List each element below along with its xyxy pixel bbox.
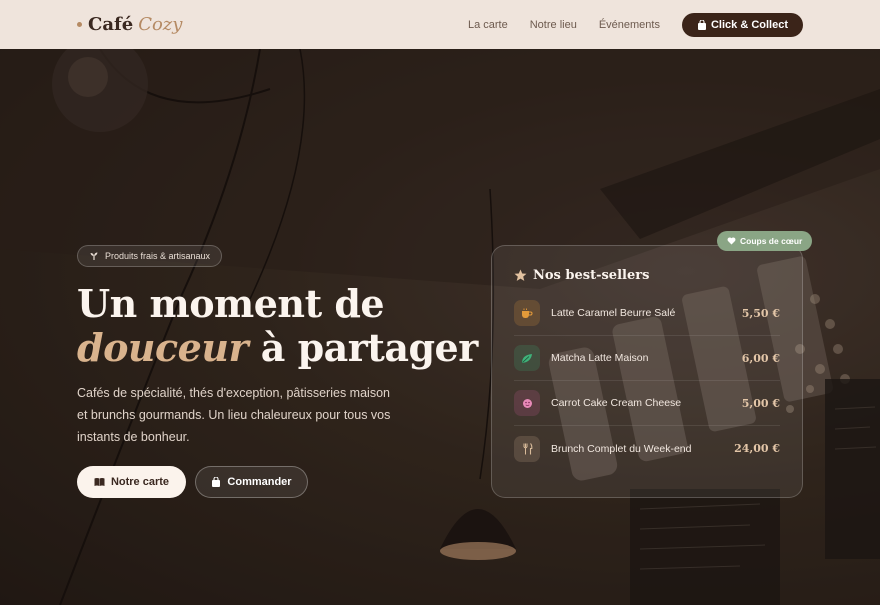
book-icon [94, 478, 105, 486]
favorites-tag: Coups de cœur [717, 231, 813, 251]
badge-label: Produits frais & artisanaux [105, 251, 211, 261]
list-item[interactable]: Matcha Latte Maison 6,00 € [514, 336, 780, 381]
menu-button[interactable]: Notre carte [77, 466, 186, 498]
top-navigation: Café Cozy La carte Notre lieu Événements… [0, 0, 880, 49]
order-button[interactable]: Commander [195, 466, 308, 498]
hero-title-rest: à partager [248, 325, 479, 370]
brand-accent: Cozy [138, 14, 183, 35]
nav-link-notre-lieu[interactable]: Notre lieu [530, 19, 577, 31]
best-sellers-card: Nos best-sellers Latte Caramel Beurre Sa… [491, 245, 803, 498]
leaf-icon [514, 345, 540, 371]
nav-links: La carte Notre lieu Événements Click & C… [468, 12, 803, 37]
shopping-bag-icon [697, 19, 706, 30]
list-item[interactable]: Carrot Cake Cream Cheese 5,00 € [514, 381, 780, 426]
hero-title-line1: Un moment de [77, 281, 385, 326]
favorites-tag-label: Coups de cœur [740, 236, 803, 246]
cake-icon [514, 390, 540, 416]
item-price: 6,00 € [741, 351, 780, 365]
coffee-icon [514, 300, 540, 326]
shopping-bag-icon [212, 477, 221, 487]
item-name: Carrot Cake Cream Cheese [551, 397, 682, 409]
item-name: Brunch Complet du Week-end [551, 442, 692, 455]
nav-link-la-carte[interactable]: La carte [468, 19, 508, 31]
item-name: Matcha Latte Maison [551, 352, 649, 364]
click-collect-label: Click & Collect [710, 18, 788, 31]
menu-button-label: Notre carte [110, 476, 170, 488]
item-price: 24,00 € [734, 442, 780, 455]
brand-logo[interactable]: Café Cozy [77, 14, 182, 35]
item-name: Latte Caramel Beurre Salé [551, 307, 676, 319]
hero-description: Cafés de spécialité, thés d'exception, p… [77, 386, 391, 444]
list-item[interactable]: Latte Caramel Beurre Salé 5,50 € [514, 291, 780, 336]
card-header: Nos best-sellers [514, 268, 780, 283]
heart-icon [727, 237, 736, 245]
star-icon [514, 269, 527, 281]
card-title: Nos best-sellers [533, 268, 650, 283]
item-price: 5,50 € [741, 306, 780, 320]
sprout-icon [90, 252, 98, 260]
hero-title-line2: douceur à partager [77, 326, 478, 370]
best-sellers-list: Latte Caramel Beurre Salé 5,50 € Matcha … [514, 291, 780, 471]
utensils-icon [514, 435, 540, 462]
order-button-label: Commander [227, 476, 292, 488]
fresh-products-badge: Produits frais & artisanaux [77, 245, 223, 267]
brand-name: Café [88, 14, 134, 35]
item-price: 5,00 € [741, 396, 780, 410]
nav-link-evenements[interactable]: Événements [599, 19, 660, 31]
click-collect-button[interactable]: Click & Collect [681, 12, 803, 37]
hero-title-italic: douceur [77, 325, 249, 370]
list-item[interactable]: Brunch Complet du Week-end 24,00 € [514, 426, 780, 471]
hero-title: Un moment de douceur à partager [77, 282, 478, 370]
logo-dot [77, 22, 82, 27]
